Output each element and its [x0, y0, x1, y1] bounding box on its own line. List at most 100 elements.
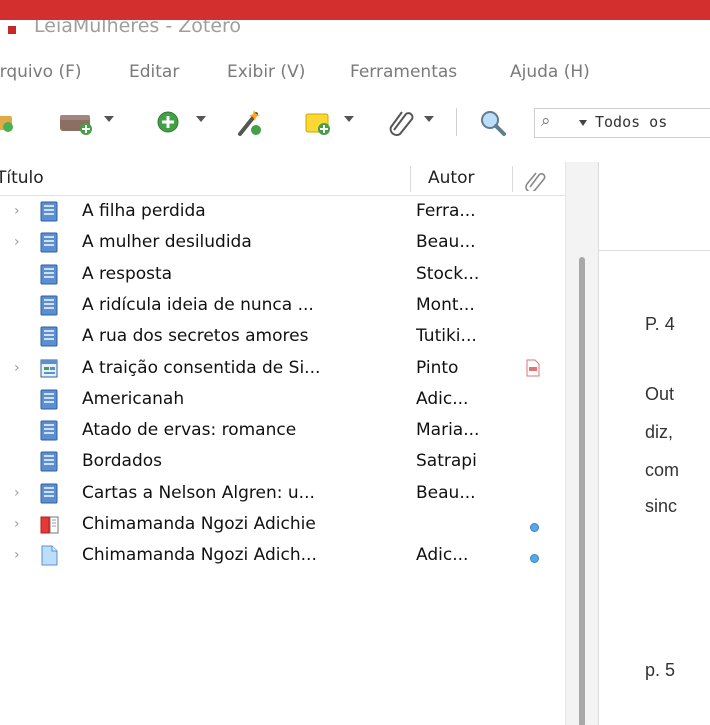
item-author: Satrapi — [416, 451, 477, 472]
chevron-down-icon — [344, 116, 354, 122]
table-row[interactable]: Americanah Adic... — [0, 384, 565, 415]
locate-icon — [481, 111, 506, 136]
item-title: A rua dos secretos amores — [82, 326, 309, 347]
add-by-identifier-button[interactable] — [236, 102, 270, 142]
webpage-icon — [40, 358, 58, 379]
item-title: Chimamanda Ngozi Adichie — [82, 514, 316, 534]
toolbar-divider — [456, 108, 457, 136]
book-section-icon — [40, 514, 59, 535]
item-title: Americanah — [82, 388, 185, 409]
item-title: A mulher desiludida — [82, 232, 252, 253]
table-row[interactable]: › Cartas a Nelson Algren: u... Beau... — [0, 478, 565, 509]
item-author: Tutiki... — [416, 326, 477, 347]
menu-ferramentas[interactable]: Ferramentas — [350, 62, 457, 82]
item-author: Mont... — [416, 294, 475, 315]
chevron-right-icon[interactable]: › — [14, 203, 20, 219]
item-title: A ridícula ideia de nunca ... — [82, 294, 314, 315]
search-mode-label: Todos os — [595, 113, 668, 131]
column-header-author[interactable]: Autor — [428, 168, 474, 188]
attachment-button[interactable] — [386, 102, 442, 142]
book-icon — [40, 451, 58, 472]
book-icon — [40, 389, 58, 410]
menu-arquivo[interactable]: Arquivo (F) — [0, 62, 82, 82]
table-row[interactable]: Atado de ervas: romance Maria... — [0, 415, 565, 446]
table-row[interactable]: › Chimamanda Ngozi Adichie — [0, 509, 565, 540]
new-collection-icon — [0, 116, 13, 132]
chevron-down-icon — [424, 116, 434, 122]
menu-ajuda[interactable]: Ajuda (H) — [510, 62, 590, 82]
add-by-identifier-icon — [238, 110, 261, 136]
table-row[interactable]: › A traição consentida de Si... Pinto — [0, 353, 565, 384]
item-author: Stock... — [416, 263, 480, 284]
column-divider[interactable] — [410, 166, 411, 192]
scrollbar-thumb[interactable] — [579, 257, 585, 725]
new-item-icon — [157, 111, 179, 133]
item-title: A resposta — [82, 263, 173, 284]
search-icon: ⌕ — [541, 111, 551, 131]
item-title: A traição consentida de Si... — [82, 357, 321, 378]
note-line: P. 4 — [645, 314, 675, 334]
items-list-header: Título Autor — [0, 162, 565, 196]
table-row[interactable]: Bordados Satrapi — [0, 446, 565, 477]
chevron-right-icon[interactable]: › — [14, 485, 20, 501]
book-icon — [40, 264, 58, 285]
attachment-icon — [389, 111, 414, 137]
table-row[interactable]: A resposta Stock... — [0, 259, 565, 290]
chevron-right-icon[interactable]: › — [14, 360, 20, 376]
table-row[interactable]: › A mulher desiludida Beau... — [0, 227, 565, 258]
items-list: Título Autor › A filha perdida Ferra... › A … — [0, 162, 565, 725]
new-library-icon — [60, 115, 92, 135]
title-bar: LeiaMulheres - Zotero — [0, 20, 710, 40]
book-icon — [40, 201, 58, 222]
column-header-title[interactable]: Título — [0, 168, 44, 188]
item-author: Adic... — [416, 545, 469, 566]
chevron-down-icon — [104, 116, 114, 122]
locate-button[interactable] — [478, 102, 512, 142]
chevron-down-icon — [196, 116, 206, 122]
attachment-indicator-icon[interactable] — [530, 523, 539, 532]
note-line: com — [645, 460, 680, 480]
pdf-attachment-icon[interactable] — [526, 359, 540, 377]
new-item-button[interactable] — [156, 102, 212, 142]
new-note-button[interactable] — [304, 102, 362, 142]
item-author: Beau... — [416, 232, 476, 253]
item-title: Bordados — [82, 451, 163, 472]
search-input[interactable]: ⌕ Todos os — [534, 108, 710, 138]
new-note-icon — [305, 113, 330, 135]
item-author: Beau... — [416, 482, 476, 503]
column-header-attachment-icon[interactable] — [524, 169, 546, 191]
new-collection-button[interactable] — [0, 102, 16, 142]
document-icon — [40, 545, 58, 566]
chevron-right-icon[interactable]: › — [14, 547, 20, 563]
book-icon — [40, 232, 58, 253]
window-title: LeiaMulheres - Zotero — [34, 20, 242, 37]
item-author: Adic... — [416, 388, 469, 409]
item-author: Maria... — [416, 420, 480, 441]
note-line: sinc — [645, 496, 678, 516]
note-line: diz, — [645, 422, 674, 442]
chevron-right-icon[interactable]: › — [14, 516, 20, 532]
new-library-button[interactable] — [58, 102, 120, 142]
item-author: Ferra... — [416, 201, 476, 221]
note-line: p. 5 — [645, 660, 676, 680]
menu-editar[interactable]: Editar — [129, 62, 179, 82]
zotero-window: LeiaMulheres - Zotero Arquivo (F) Editar… — [0, 20, 710, 725]
attachment-indicator-icon[interactable] — [530, 554, 539, 564]
note-line: Out — [645, 384, 675, 404]
note-pane: P. 4 Out diz, com sinc p. 5 — [599, 162, 710, 725]
table-row[interactable]: A ridícula ideia de nunca ... Mont... — [0, 290, 565, 321]
toolbar: ⌕ Todos os — [0, 102, 710, 142]
note-toolbar-divider — [599, 250, 710, 251]
table-row[interactable]: A rua dos secretos amores Tutiki... — [0, 321, 565, 352]
book-icon — [40, 295, 58, 316]
items-scrollbar[interactable] — [565, 162, 598, 725]
search-mode-dropdown[interactable] — [579, 120, 587, 126]
chevron-right-icon[interactable]: › — [14, 234, 20, 250]
table-row[interactable]: › Chimamanda Ngozi Adich... Adic... — [0, 540, 565, 571]
item-title: Chimamanda Ngozi Adich... — [82, 545, 317, 566]
column-divider[interactable] — [512, 166, 513, 192]
table-row[interactable]: › A filha perdida Ferra... — [0, 196, 565, 227]
zotero-app-icon — [8, 26, 16, 34]
item-title: Atado de ervas: romance — [82, 420, 297, 441]
menu-exibir[interactable]: Exibir (V) — [227, 62, 305, 82]
